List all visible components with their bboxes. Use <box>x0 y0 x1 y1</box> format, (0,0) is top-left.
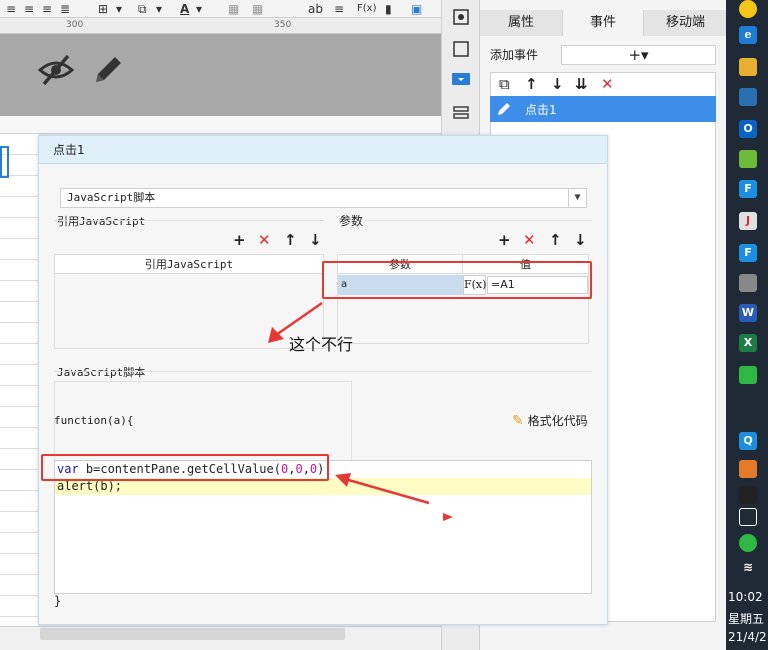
spreadsheet-grid[interactable] <box>0 134 38 634</box>
align-justify-icon[interactable]: ≣ <box>60 1 70 17</box>
text-icon[interactable]: ab <box>308 1 323 17</box>
ruler-tick: 350 <box>274 20 292 30</box>
annotation-text: 这个不行 <box>289 335 354 354</box>
edit-pencil-icon <box>498 103 510 115</box>
chrome-icon[interactable] <box>739 0 757 18</box>
wifi-icon[interactable]: ≋ <box>739 558 757 576</box>
function-signature: function(a){ <box>54 414 134 427</box>
move-bottom-icon[interactable]: ⇊ <box>575 75 588 93</box>
pencil-icon[interactable] <box>88 50 128 90</box>
event-list-item[interactable]: 点击1 <box>490 96 716 122</box>
code-line-2: alert(b); <box>57 479 123 493</box>
remote-icon[interactable] <box>739 88 757 106</box>
image-icon[interactable]: ▣ <box>411 1 422 17</box>
chevron-down-icon[interactable]: ▼ <box>568 189 586 207</box>
tab-properties[interactable]: 属性 <box>480 10 562 36</box>
highlight-box-params <box>322 261 592 299</box>
action-type-select[interactable]: JavaScript脚本 ▼ <box>60 188 587 208</box>
horizontal-scrollbar[interactable] <box>40 628 345 640</box>
clock-date: 21/4/2 <box>728 630 767 644</box>
broom-icon: ✎ <box>512 413 524 429</box>
selected-cell[interactable] <box>0 146 9 178</box>
layers-icon[interactable] <box>452 104 470 122</box>
sheet-column-header <box>0 116 441 134</box>
add-event-button[interactable]: +▾ <box>561 45 716 65</box>
ruler: 300 350 <box>0 18 441 34</box>
divider <box>54 371 592 372</box>
tab-events[interactable]: 事件 <box>562 10 644 36</box>
font-color-dropdown-icon[interactable]: ▾ <box>196 1 202 17</box>
ref-up-icon[interactable]: ↑ <box>284 232 297 248</box>
folder-icon[interactable] <box>739 58 757 76</box>
qq-browser-icon[interactable]: Q <box>739 432 757 450</box>
param-delete-icon[interactable]: ✕ <box>523 232 536 248</box>
event-active-icon[interactable] <box>452 70 470 88</box>
ref-js-section-title: 引用JavaScript <box>57 215 146 228</box>
param-add-icon[interactable]: + <box>498 232 511 248</box>
app-orange-icon[interactable] <box>739 460 757 478</box>
notepad-icon[interactable] <box>739 150 757 168</box>
function-close-brace: } <box>54 594 62 608</box>
ref-js-column-header: 引用JavaScript <box>55 255 323 274</box>
event-toolbar: ⧉ ↑ ↓ ⇊ ✕ <box>490 72 716 96</box>
fill-color-icon[interactable]: ⧉ <box>138 1 147 17</box>
ref-down-icon[interactable]: ↓ <box>309 232 322 248</box>
clock-time[interactable]: 10:02 <box>728 590 763 604</box>
align-right-icon[interactable]: ≡ <box>42 1 52 17</box>
delete-icon[interactable]: ✕ <box>601 75 614 93</box>
border-dropdown-icon[interactable]: ▾ <box>116 1 122 17</box>
align-center-icon[interactable]: ≡ <box>24 1 34 17</box>
wechat-icon[interactable] <box>739 366 757 384</box>
merge-cell-icon[interactable]: ▦ <box>228 1 239 17</box>
js-script-section-title: JavaScript脚本 <box>57 366 146 379</box>
border-icon[interactable]: ⊞ <box>98 1 108 17</box>
fill-dropdown-icon[interactable]: ▾ <box>156 1 162 17</box>
divider <box>54 220 324 221</box>
ruler-tick: 300 <box>66 20 84 30</box>
move-up-icon[interactable]: ↑ <box>525 75 538 93</box>
ie-icon[interactable]: e <box>739 26 757 44</box>
copy-icon[interactable]: ⧉ <box>499 75 510 93</box>
java-icon[interactable]: J <box>739 212 757 230</box>
tab-mobile[interactable]: 移动端 <box>644 10 727 36</box>
frame-icon[interactable] <box>452 40 470 58</box>
format-toolbar: ≡ ≡ ≡ ≣ ⊞ ▾ ⧉ ▾ A ▾ ▦ ▦ ab ≡ F(x) ▮ ▣ <box>0 0 441 18</box>
document-icon[interactable] <box>739 274 757 292</box>
finereport-designer-icon[interactable]: F <box>739 244 757 262</box>
param-up-icon[interactable]: ↑ <box>549 232 562 248</box>
format-code-button[interactable]: ✎ 格式化代码 <box>512 412 588 429</box>
widget-settings-icon[interactable] <box>452 8 470 26</box>
wechat-tray-icon[interactable] <box>739 534 757 552</box>
chart-icon[interactable]: ▮ <box>385 1 392 17</box>
outlook-icon[interactable]: O <box>739 120 757 138</box>
add-event-label: 添加事件 <box>490 48 539 62</box>
battery-icon[interactable] <box>739 508 757 526</box>
formula-icon[interactable]: F(x) <box>357 1 376 17</box>
ref-delete-icon[interactable]: ✕ <box>258 232 271 248</box>
widget-design-area <box>0 34 441 116</box>
format-code-label: 格式化代码 <box>527 414 588 428</box>
windows-taskbar: e O F J F W X Q ≋ 10:02 星期五 21/4/2 <box>726 0 768 650</box>
qq-icon[interactable] <box>739 486 757 504</box>
dialog-title: 点击1 <box>39 136 607 164</box>
move-down-icon[interactable]: ↓ <box>551 75 564 93</box>
eye-hidden-icon[interactable] <box>36 50 76 90</box>
ref-add-icon[interactable]: + <box>233 232 246 248</box>
param-down-icon[interactable]: ↓ <box>574 232 587 248</box>
event-item-label: 点击1 <box>525 103 557 117</box>
font-color-icon[interactable]: A <box>180 1 189 17</box>
word-icon[interactable]: W <box>739 304 757 322</box>
highlight-box-code <box>41 454 329 481</box>
event-dialog: 点击1 JavaScript脚本 ▼ 引用JavaScript 参数 + ✕ ↑… <box>38 135 608 625</box>
align-left-icon[interactable]: ≡ <box>6 1 16 17</box>
params-section-title: 参数 <box>339 214 364 228</box>
clock-weekday: 星期五 <box>728 612 765 626</box>
arrow-annotation-icon <box>335 473 453 521</box>
wrap-icon[interactable]: ≡ <box>334 1 344 17</box>
divider <box>365 220 592 221</box>
split-cell-icon[interactable]: ▦ <box>252 1 263 17</box>
excel-icon[interactable]: X <box>739 334 757 352</box>
finereport-icon[interactable]: F <box>739 180 757 198</box>
action-type-value: JavaScript脚本 <box>67 191 156 204</box>
